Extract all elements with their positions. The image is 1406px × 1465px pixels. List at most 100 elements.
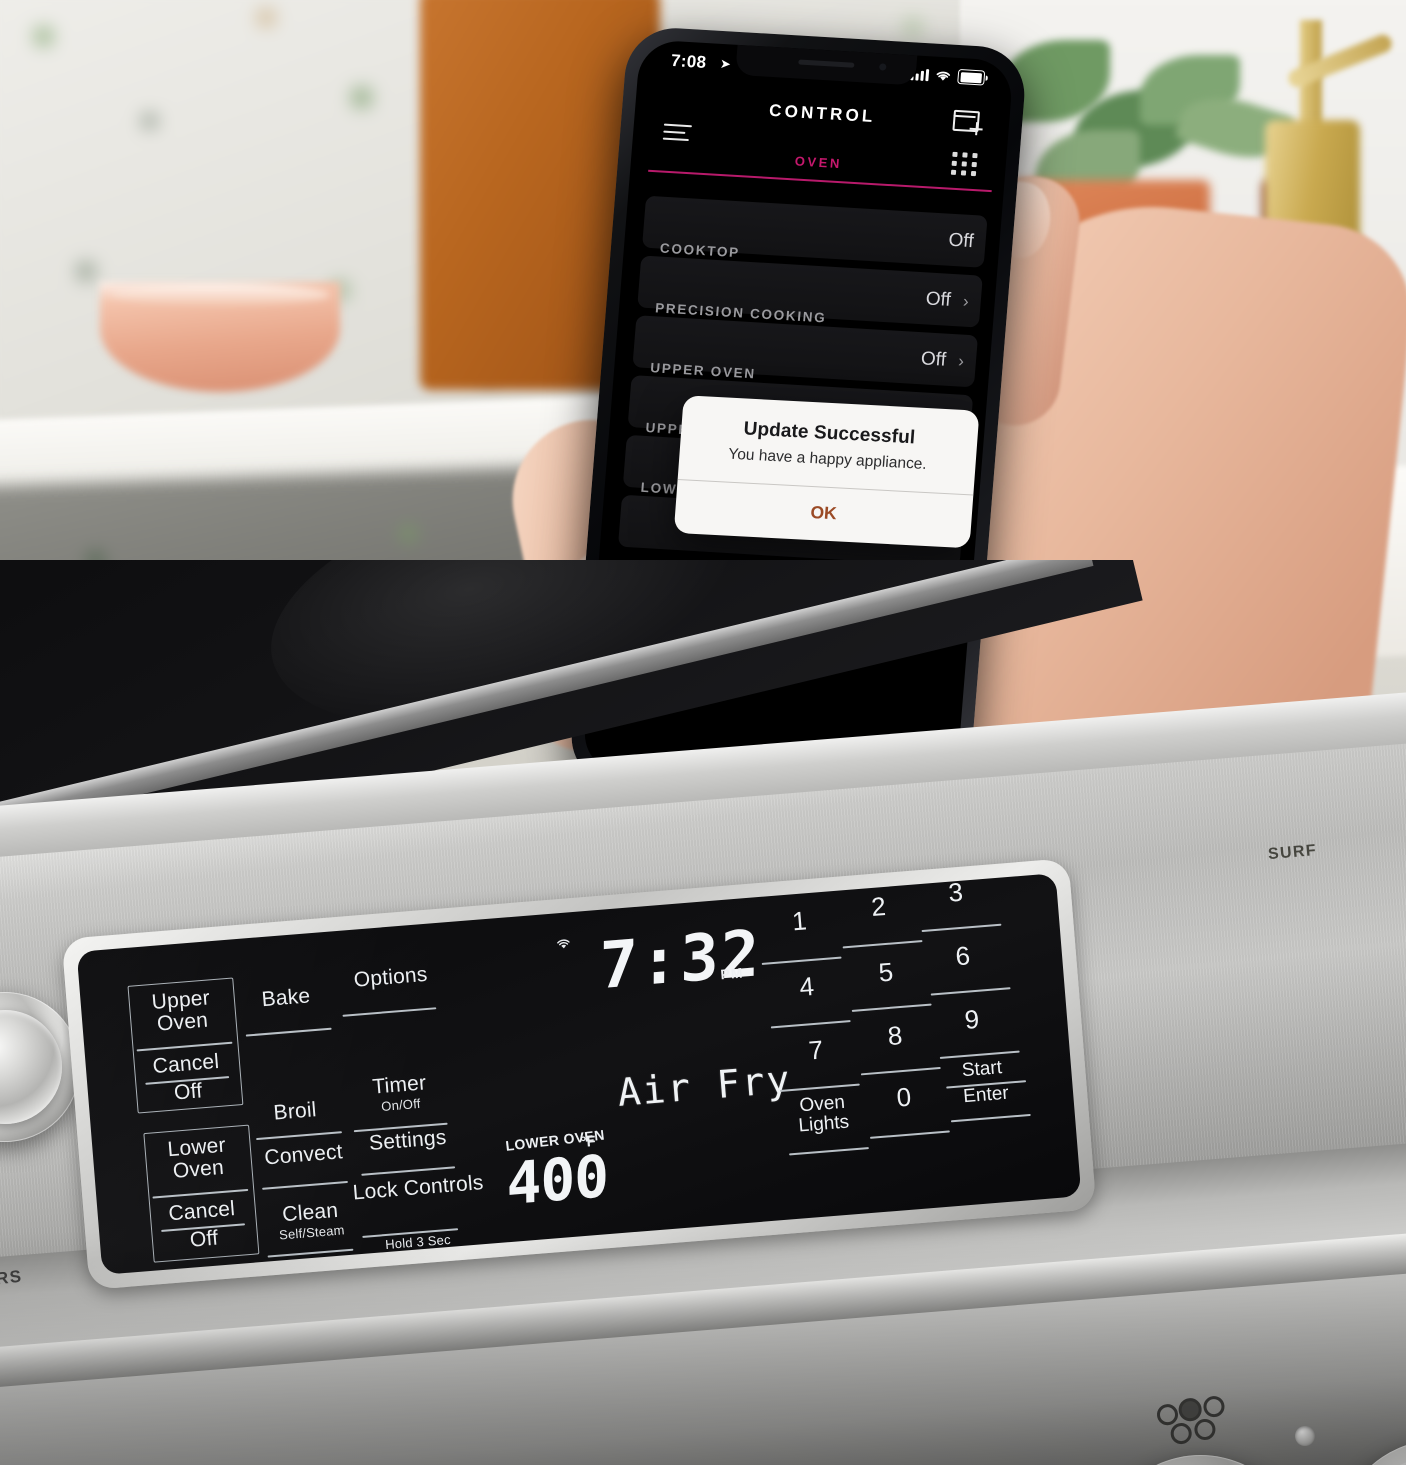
- keypad-button-2[interactable]: 2: [854, 890, 902, 925]
- bake-underline: [245, 1027, 332, 1037]
- wifi-icon: [555, 936, 572, 949]
- convect-underline: [262, 1180, 348, 1190]
- button-label-line1: Upper: [150, 986, 211, 1014]
- lock-controls-underline: [362, 1228, 459, 1238]
- enter-underline: [950, 1113, 1031, 1122]
- front-camera: [878, 63, 887, 71]
- button-label-line1: Lower: [166, 1133, 227, 1162]
- burner-dot: [1156, 1403, 1179, 1427]
- earpiece-speaker: [798, 59, 855, 68]
- button-label-line2: Off: [189, 1226, 220, 1252]
- options-underline: [342, 1007, 437, 1017]
- burner-dot: [1193, 1418, 1217, 1441]
- button-lower-cancel[interactable]: Cancel: [155, 1197, 248, 1226]
- keypad-1-underline: [761, 956, 842, 965]
- lower-oven-underline: [152, 1188, 249, 1199]
- button-options[interactable]: Options: [337, 963, 444, 993]
- button-label-line1: Cancel: [167, 1197, 236, 1226]
- status-time: 7:08: [670, 50, 708, 72]
- button-label-line1: Start: [961, 1057, 1003, 1082]
- keypad-button-8[interactable]: 8: [871, 1019, 919, 1054]
- keypad-button-0[interactable]: 0: [880, 1080, 928, 1115]
- button-label: Clean: [281, 1198, 340, 1227]
- list-item-value: Off: [924, 288, 952, 311]
- button-label: Bake: [260, 984, 312, 1012]
- keypad-5-underline: [851, 1003, 932, 1012]
- display-clock: 7:32: [599, 916, 762, 1005]
- timer-underline: [353, 1122, 448, 1132]
- button-lower-off[interactable]: Off: [157, 1225, 250, 1254]
- lower-cancel-underline: [161, 1223, 246, 1232]
- keypad-button-oven-lights[interactable]: Oven Lights: [779, 1091, 868, 1138]
- keypad-6-underline: [930, 987, 1011, 996]
- button-clean[interactable]: Clean Self/Steam: [258, 1198, 365, 1244]
- button-label-line2: Oven: [172, 1155, 225, 1183]
- left-side-label: RS: [0, 1266, 24, 1289]
- burner-dot: [1169, 1422, 1193, 1445]
- list-item-value: Off: [920, 348, 947, 371]
- button-bake[interactable]: Bake: [240, 984, 331, 1013]
- keypad-button-9[interactable]: 9: [948, 1003, 996, 1038]
- page-title: CONTROL: [768, 100, 877, 127]
- keypad-4-underline: [770, 1020, 851, 1029]
- burner-layout-icon: [1156, 1395, 1230, 1455]
- button-settings[interactable]: Settings: [350, 1125, 465, 1156]
- temperature-unit: °F: [579, 1132, 597, 1152]
- keypad-8-underline: [860, 1066, 941, 1075]
- button-upper-cancel[interactable]: Cancel: [139, 1050, 232, 1079]
- keypad-button-5[interactable]: 5: [862, 955, 910, 990]
- upper-oven-group-frame: [127, 977, 244, 1114]
- list-item-value: Off: [947, 229, 975, 253]
- burner-dot-active: [1177, 1397, 1203, 1423]
- button-label: Options: [352, 962, 429, 992]
- hamburger-menu-icon[interactable]: [662, 119, 692, 147]
- button-upper-oven[interactable]: Upper Oven: [134, 986, 229, 1037]
- display-meridiem: PM: [719, 964, 745, 983]
- range-appliance: RS Upper Oven Cancel Off Lower Oven Canc…: [0, 560, 1406, 1465]
- upper-oven-underline: [136, 1041, 233, 1051]
- button-upper-off[interactable]: Off: [141, 1078, 234, 1107]
- button-sublabel: On/Off: [380, 1095, 422, 1114]
- location-arrow-icon: ➤: [719, 55, 732, 72]
- keypad-2-underline: [842, 940, 923, 949]
- button-label: Timer: [371, 1071, 428, 1099]
- keypad-button-4[interactable]: 4: [783, 970, 831, 1005]
- button-label: Broil: [272, 1098, 318, 1125]
- lower-oven-temperature: 400: [506, 1141, 609, 1219]
- upper-cancel-underline: [145, 1076, 230, 1085]
- wifi-icon: [936, 71, 951, 81]
- burner-dot: [1202, 1395, 1226, 1418]
- update-successful-dialog[interactable]: Update Successful You have a happy appli…: [673, 395, 980, 549]
- button-lock-controls[interactable]: Lock Controls: [352, 1171, 484, 1204]
- button-label-line2: Enter: [962, 1082, 1010, 1108]
- keypad-button-7[interactable]: 7: [792, 1033, 840, 1068]
- button-label-line2: Oven: [156, 1008, 209, 1036]
- lower-oven-group-frame: [143, 1124, 260, 1263]
- oven-lights-underline: [789, 1146, 869, 1155]
- button-label-line2: Lights: [797, 1111, 850, 1137]
- keypad-0-underline: [869, 1130, 950, 1139]
- button-label-line2: Off: [173, 1079, 204, 1105]
- add-appliance-icon[interactable]: [952, 106, 984, 136]
- button-broil[interactable]: Broil: [249, 1097, 340, 1126]
- keypad-button-start-enter[interactable]: Start: [938, 1056, 1025, 1083]
- button-label: Lock Controls: [351, 1171, 485, 1205]
- chevron-right-icon: ›: [957, 351, 965, 371]
- keypad-button-1[interactable]: 1: [775, 904, 823, 939]
- settings-underline: [361, 1166, 456, 1176]
- chevron-right-icon: ›: [962, 291, 970, 311]
- button-timer[interactable]: Timer On/Off: [346, 1070, 455, 1116]
- button-lower-oven[interactable]: Lower Oven: [150, 1133, 245, 1184]
- surface-indicator-light: [1295, 1426, 1315, 1446]
- screenshot-stage: 7:08 ➤ CONTROL OVEN Off COOKTOP Off › PR…: [0, 0, 1406, 1465]
- button-label-line1: Cancel: [151, 1049, 221, 1079]
- keypad-3-underline: [921, 923, 1002, 932]
- tab-oven[interactable]: OVEN: [794, 153, 842, 171]
- broil-underline: [256, 1131, 342, 1140]
- battery-icon: [957, 68, 986, 86]
- button-label: Settings: [368, 1125, 448, 1156]
- button-label: Convect: [263, 1140, 344, 1170]
- button-sublabel: Self/Steam: [278, 1222, 346, 1243]
- keypad-button-6[interactable]: 6: [939, 939, 987, 974]
- button-convect[interactable]: Convect: [251, 1140, 356, 1170]
